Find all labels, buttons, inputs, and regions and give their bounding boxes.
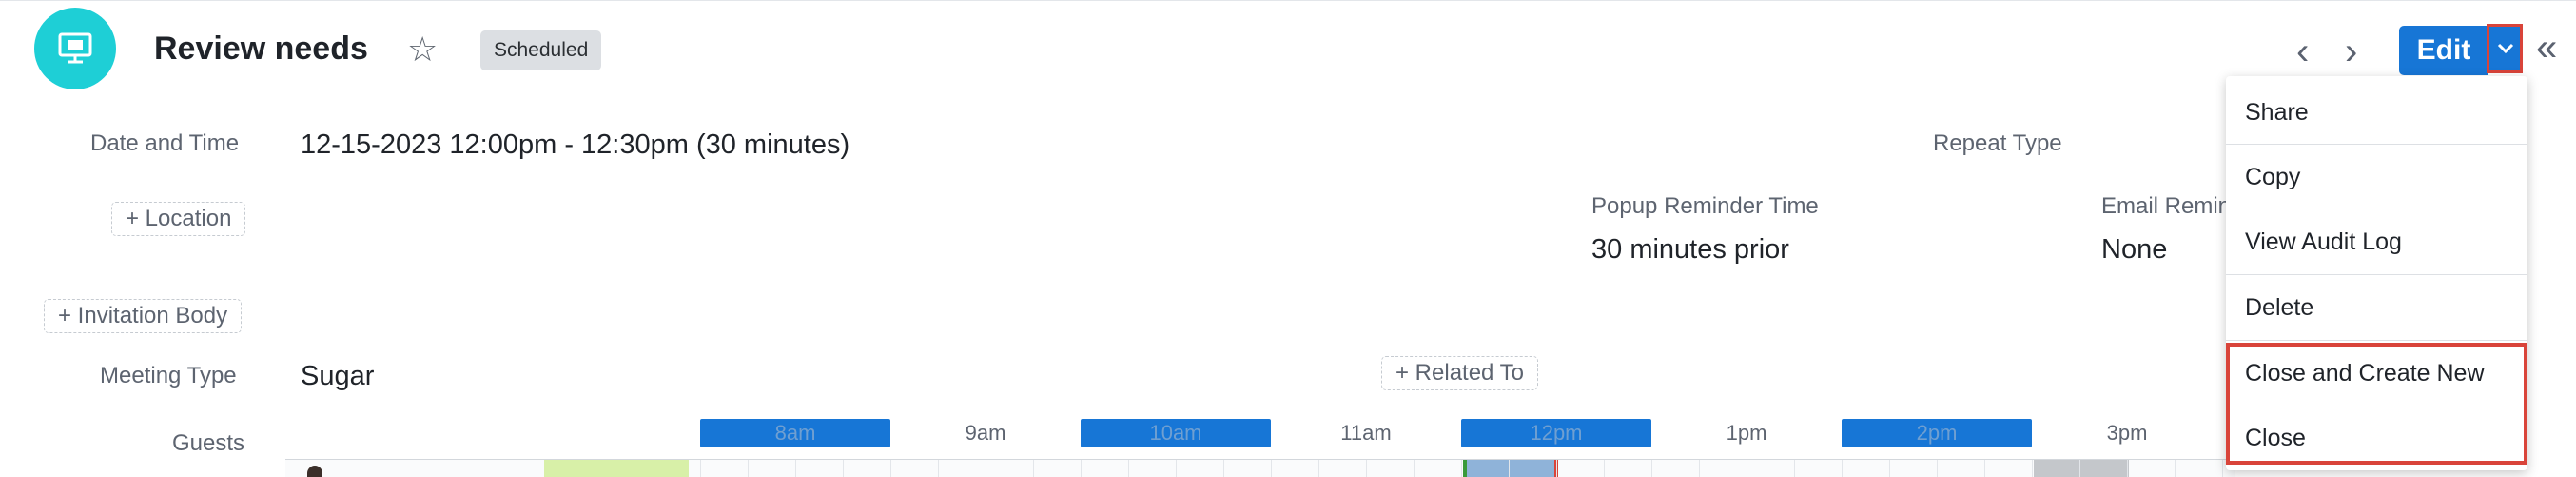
hour-3pm: 3pm bbox=[2106, 421, 2148, 445]
scheduler-gridline bbox=[2175, 460, 2176, 477]
scheduler-gridline bbox=[748, 460, 749, 477]
repeat-type-label: Repeat Type bbox=[1933, 130, 2062, 156]
collapse-panel-double-chevron-left-icon[interactable]: « bbox=[2536, 29, 2557, 67]
add-invitation-body-button[interactable]: + Invitation Body bbox=[44, 299, 243, 333]
actions-dropdown-button[interactable] bbox=[2487, 24, 2523, 73]
edit-button[interactable]: Edit bbox=[2399, 26, 2488, 75]
scheduler-gridline bbox=[795, 460, 796, 477]
hour-11am: 11am bbox=[1340, 421, 1392, 445]
menu-item-share[interactable]: Share bbox=[2226, 80, 2527, 145]
status-badge: Scheduled bbox=[480, 30, 602, 70]
menu-item-copy[interactable]: Copy bbox=[2226, 145, 2527, 209]
email-reminder-label: Email Remin bbox=[2101, 193, 2232, 219]
guest-avatar bbox=[307, 466, 322, 477]
hour-8am: 8am bbox=[700, 419, 890, 447]
scheduler-grid bbox=[285, 459, 2235, 477]
meeting-block bbox=[1463, 460, 1558, 477]
highlight-box bbox=[2226, 343, 2527, 465]
scheduler-gridline bbox=[1556, 460, 1557, 477]
presentation-screen-icon bbox=[58, 32, 92, 64]
scheduler-gridline bbox=[1461, 460, 1462, 477]
scheduler-gridline bbox=[890, 460, 891, 477]
top-border bbox=[0, 0, 2576, 1]
add-location-button[interactable]: + Location bbox=[111, 202, 246, 236]
menu-item-view-audit-log[interactable]: View Audit Log bbox=[2226, 209, 2527, 274]
scheduler-gridline bbox=[1318, 460, 1319, 477]
scheduler-gridline bbox=[1509, 460, 1510, 477]
scheduler-gridline bbox=[1984, 460, 1985, 477]
scheduler-gridline bbox=[1842, 460, 1843, 477]
popup-reminder-label: Popup Reminder Time bbox=[1591, 193, 1819, 219]
scheduler-gridline bbox=[1176, 460, 1177, 477]
scheduler-gridline bbox=[1651, 460, 1652, 477]
hour-9am: 9am bbox=[965, 421, 1006, 445]
meeting-avatar bbox=[34, 8, 116, 89]
guests-label: Guests bbox=[172, 430, 245, 456]
date-time-value: 12-15-2023 12:00pm - 12:30pm (30 minutes… bbox=[301, 129, 850, 160]
email-reminder-value: None bbox=[2101, 234, 2168, 265]
hour-1pm: 1pm bbox=[1726, 421, 1767, 445]
scheduler-gridline bbox=[843, 460, 844, 477]
scheduler-gridline bbox=[1223, 460, 1224, 477]
meeting-type-value: Sugar bbox=[301, 361, 375, 391]
favorite-star-icon[interactable]: ☆ bbox=[407, 32, 438, 67]
hour-12pm: 12pm bbox=[1461, 419, 1651, 447]
scheduler-gridline bbox=[1366, 460, 1367, 477]
scheduler-gridline bbox=[1414, 460, 1415, 477]
chevron-down-icon bbox=[2497, 43, 2514, 54]
add-related-to-button[interactable]: + Related To bbox=[1381, 356, 1538, 390]
guest-availability-bar bbox=[544, 460, 689, 477]
scheduler-gridline bbox=[2127, 460, 2128, 477]
scheduler-gridline bbox=[1937, 460, 1938, 477]
hour-2pm: 2pm bbox=[1842, 419, 2032, 447]
menu-item-delete[interactable]: Delete bbox=[2226, 275, 2527, 340]
scheduler-gridline bbox=[700, 460, 701, 477]
scheduler-gridline bbox=[1604, 460, 1605, 477]
next-record-chevron-right-icon[interactable]: › bbox=[2345, 32, 2357, 70]
scheduler-gridline bbox=[938, 460, 939, 477]
scheduler-gridline bbox=[1081, 460, 1082, 477]
previous-record-chevron-left-icon[interactable]: ‹ bbox=[2296, 32, 2309, 70]
busy-block bbox=[2034, 460, 2129, 477]
scheduler-gridline bbox=[1033, 460, 1034, 477]
hour-10am: 10am bbox=[1081, 419, 1271, 447]
scheduler-gridline bbox=[1128, 460, 1129, 477]
scheduler-gridline bbox=[2079, 460, 2080, 477]
page-title: Review needs bbox=[154, 30, 368, 67]
scheduler-gridline bbox=[1271, 460, 1272, 477]
meeting-type-label: Meeting Type bbox=[100, 363, 237, 388]
scheduler-gridline bbox=[1889, 460, 1890, 477]
scheduler-gridline bbox=[2222, 460, 2223, 477]
date-time-label: Date and Time bbox=[90, 130, 240, 156]
scheduler-gridline bbox=[1794, 460, 1795, 477]
popup-reminder-value: 30 minutes prior bbox=[1591, 234, 1789, 265]
scheduler-gridline bbox=[2032, 460, 2033, 477]
scheduler-gridline bbox=[1699, 460, 1700, 477]
